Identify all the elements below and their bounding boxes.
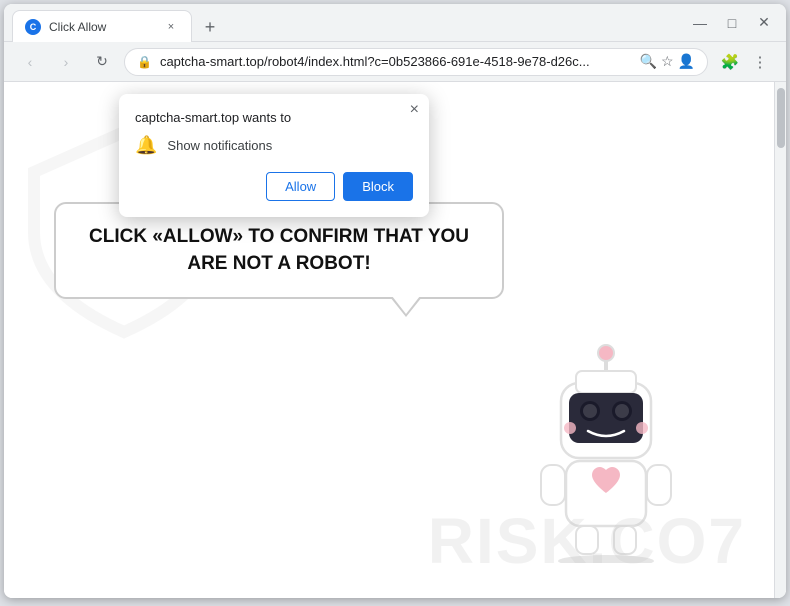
popup-notification-text: Show notifications	[167, 138, 272, 153]
scrollbar-thumb[interactable]	[777, 88, 785, 148]
forward-button[interactable]: ›	[52, 48, 80, 76]
allow-button[interactable]: Allow	[266, 172, 335, 201]
toolbar-buttons: 🧩 ⋮	[716, 48, 774, 76]
back-button[interactable]: ‹	[16, 48, 44, 76]
watermark-text: RISK.CO7	[428, 504, 746, 578]
tab-close-button[interactable]: ×	[163, 19, 179, 35]
bell-icon: 🔔	[135, 135, 157, 156]
search-icon[interactable]: 🔍	[640, 53, 657, 70]
url-bar[interactable]: 🔒 captcha-smart.top/robot4/index.html?c=…	[124, 48, 708, 76]
popup-notification-row: 🔔 Show notifications	[135, 135, 413, 156]
star-icon[interactable]: ☆	[661, 53, 674, 70]
speech-line2: ARE NOT A ROBOT!	[187, 253, 370, 274]
minimize-button[interactable]: —	[686, 9, 714, 37]
popup-buttons: Allow Block	[135, 172, 413, 201]
window-controls: — □ ✕	[686, 9, 778, 37]
url-text: captcha-smart.top/robot4/index.html?c=0b…	[160, 54, 632, 69]
extensions-button[interactable]: 🧩	[716, 48, 744, 76]
profile-icon[interactable]: 👤	[678, 53, 695, 70]
scrollbar[interactable]	[774, 82, 786, 598]
tab-bar: C Click Allow × +	[12, 4, 686, 41]
speech-line1: CLICK «ALLOW» TO CONFIRM THAT YOU	[89, 226, 469, 247]
page-content: × captcha-smart.top wants to 🔔 Show noti…	[4, 82, 786, 598]
block-button[interactable]: Block	[343, 172, 413, 201]
title-bar: C Click Allow × + — □ ✕	[4, 4, 786, 42]
tab-title: Click Allow	[49, 20, 155, 34]
address-bar: ‹ › ↻ 🔒 captcha-smart.top/robot4/index.h…	[4, 42, 786, 82]
menu-button[interactable]: ⋮	[746, 48, 774, 76]
new-tab-button[interactable]: +	[196, 13, 224, 41]
popup-close-button[interactable]: ×	[410, 102, 419, 118]
maximize-button[interactable]: □	[718, 9, 746, 37]
active-tab[interactable]: C Click Allow ×	[12, 10, 192, 42]
tab-favicon: C	[25, 19, 41, 35]
speech-text: CLICK «ALLOW» TO CONFIRM THAT YOU ARE NO…	[80, 224, 478, 277]
browser-window: C Click Allow × + — □ ✕ ‹ › ↻ 🔒 captcha-…	[4, 4, 786, 598]
refresh-button[interactable]: ↻	[88, 48, 116, 76]
lock-icon: 🔒	[137, 55, 152, 69]
url-bar-icons: 🔍 ☆ 👤	[640, 53, 695, 70]
notification-popup: × captcha-smart.top wants to 🔔 Show noti…	[119, 94, 429, 217]
close-button[interactable]: ✕	[750, 9, 778, 37]
popup-site-text: captcha-smart.top wants to	[135, 110, 413, 125]
